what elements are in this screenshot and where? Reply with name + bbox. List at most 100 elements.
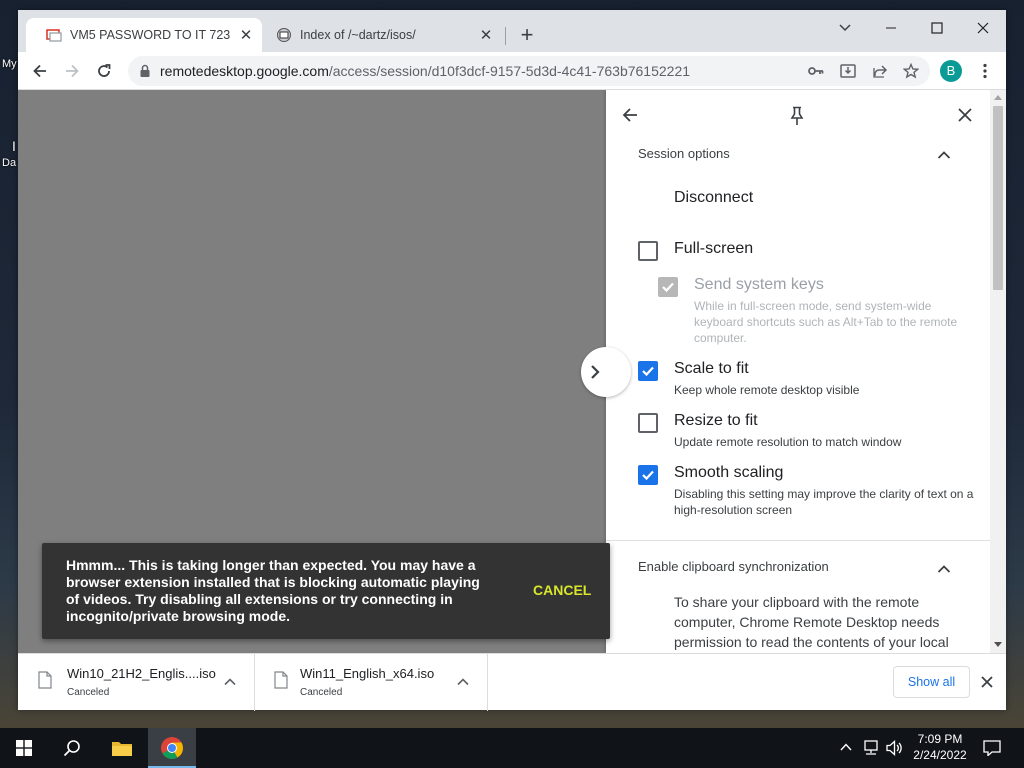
server-favicon-icon [277, 28, 291, 42]
scroll-down-arrow-icon[interactable] [994, 642, 1002, 648]
new-tab-button[interactable]: + [516, 24, 538, 47]
tab-search-button[interactable] [822, 14, 868, 42]
chevron-up-icon[interactable] [937, 564, 951, 574]
toast-cancel-button[interactable]: CANCEL [533, 582, 591, 598]
option-label: Send system keys [694, 276, 824, 293]
windows-taskbar: 7:09 PM 2/24/2022 [0, 728, 1024, 768]
remote-desktop-favicon-icon [46, 29, 62, 42]
file-explorer-button[interactable] [98, 728, 146, 768]
install-app-icon[interactable] [840, 63, 856, 79]
scale-to-fit-checkbox[interactable] [638, 361, 658, 381]
checkmark-icon [662, 282, 674, 293]
option-description: Disabling this setting may improve the c… [674, 487, 974, 517]
pin-icon[interactable] [790, 106, 804, 126]
tab-title: VM5 PASSWORD TO IT 7238200 [70, 28, 230, 42]
search-button[interactable] [48, 728, 96, 768]
volume-icon[interactable] [886, 740, 904, 756]
url-text: remotedesktop.google.com/access/session/… [160, 63, 690, 79]
tab-close-icon[interactable]: ✕ [476, 25, 496, 45]
taskbar-clock[interactable]: 7:09 PM 2/24/2022 [910, 731, 970, 763]
remote-session-area[interactable]: Session options Disconnect Full-screen S… [18, 90, 1006, 653]
url-path: /access/session/d10f3dcf-9157-5d3d-4c41-… [328, 63, 691, 79]
option-label: Smooth scaling [674, 464, 784, 481]
clipboard-sync-heading[interactable]: Enable clipboard synchronization [638, 559, 829, 574]
share-icon[interactable] [872, 63, 888, 79]
tab-divider [505, 27, 506, 45]
scroll-up-arrow-icon[interactable] [994, 94, 1002, 100]
download-filename: Win11_English_x64.iso [300, 666, 435, 681]
address-bar[interactable]: remotedesktop.google.com/access/session/… [128, 56, 930, 86]
back-button[interactable] [28, 59, 52, 83]
chevron-up-icon[interactable] [222, 674, 238, 690]
download-item[interactable]: Win11_English_x64.iso Canceled [255, 654, 488, 711]
snackbar-toast: Hmmm... This is taking longer than expec… [42, 543, 610, 639]
browser-menu-button[interactable] [973, 59, 997, 83]
profile-avatar[interactable]: B [940, 60, 962, 82]
clock-date: 2/24/2022 [913, 748, 967, 762]
arrow-left-icon[interactable] [621, 106, 639, 124]
minimize-icon [886, 27, 896, 29]
disconnect-button[interactable]: Disconnect [674, 189, 753, 207]
desktop-icon-label[interactable]: Da [2, 157, 16, 169]
option-description: Update remote resolution to match window [674, 435, 902, 449]
chrome-taskbar-button[interactable] [148, 728, 196, 768]
chevron-down-icon [839, 24, 851, 32]
network-icon[interactable] [862, 740, 880, 756]
browser-window: VM5 PASSWORD TO IT 7238200 ✕ Index of /~… [18, 10, 1006, 711]
chevron-up-icon[interactable] [455, 674, 471, 690]
close-icon [977, 22, 989, 34]
clipboard-permission-text: To share your clipboard with the remote … [674, 594, 949, 650]
panel-scrollbar[interactable] [990, 90, 1006, 653]
more-vert-icon [983, 63, 987, 79]
desktop-icon-glyph[interactable]: I [12, 138, 16, 154]
section-divider [606, 540, 990, 541]
close-icon[interactable] [957, 107, 973, 123]
tab-strip: VM5 PASSWORD TO IT 7238200 ✕ Index of /~… [18, 10, 1006, 52]
tab-title: Index of /~dartz/isos/ [300, 28, 416, 42]
start-button[interactable] [0, 728, 48, 768]
maximize-button[interactable] [914, 14, 960, 42]
full-screen-checkbox[interactable] [638, 241, 658, 261]
option-description: Keep whole remote desktop visible [674, 383, 860, 397]
option-description: While in full-screen mode, send system-w… [694, 299, 958, 345]
star-icon[interactable] [903, 63, 919, 79]
option-label: Resize to fit [674, 412, 758, 429]
tab-index-isos[interactable]: Index of /~dartz/isos/ ✕ [256, 18, 502, 52]
session-options-heading[interactable]: Session options [638, 146, 730, 161]
close-icon[interactable] [979, 674, 995, 690]
reload-icon [98, 64, 111, 77]
forward-button[interactable] [60, 59, 84, 83]
smooth-scaling-checkbox[interactable] [638, 465, 658, 485]
checkmark-icon [642, 366, 654, 377]
scrollbar-thumb[interactable] [993, 106, 1003, 290]
chevron-up-icon[interactable] [937, 150, 951, 160]
resize-to-fit-checkbox[interactable] [638, 413, 658, 433]
show-all-downloads-button[interactable]: Show all [893, 666, 970, 698]
search-icon [63, 740, 80, 757]
desktop-icon-label[interactable]: My [2, 58, 17, 70]
download-status: Canceled [300, 687, 343, 698]
folder-icon [112, 742, 132, 756]
reload-button[interactable] [92, 59, 116, 83]
download-filename: Win10_21H2_Englis....iso [67, 666, 216, 681]
collapse-panel-button[interactable] [581, 347, 631, 397]
window-close-button[interactable] [960, 14, 1006, 42]
tab-remote-desktop[interactable]: VM5 PASSWORD TO IT 7238200 ✕ [26, 18, 262, 52]
option-label: Full-screen [674, 240, 754, 257]
download-shelf: Win10_21H2_Englis....iso Canceled Win11_… [18, 653, 1006, 711]
file-icon [274, 671, 288, 689]
tab-close-icon[interactable]: ✕ [236, 25, 256, 45]
option-label: Scale to fit [674, 360, 749, 377]
notification-icon[interactable] [983, 740, 1001, 756]
chevron-up-icon[interactable] [840, 742, 852, 752]
download-item[interactable]: Win10_21H2_Englis....iso Canceled [18, 654, 255, 711]
minimize-button[interactable] [868, 14, 914, 42]
clock-time: 7:09 PM [917, 732, 963, 746]
maximize-icon [931, 22, 943, 34]
url-host: remotedesktop.google.com [160, 63, 329, 79]
toast-message: Hmmm... This is taking longer than expec… [66, 557, 480, 624]
chrome-icon [161, 737, 183, 759]
key-icon[interactable] [808, 64, 824, 78]
send-system-keys-checkbox [658, 277, 678, 297]
chevron-right-icon [591, 365, 600, 379]
